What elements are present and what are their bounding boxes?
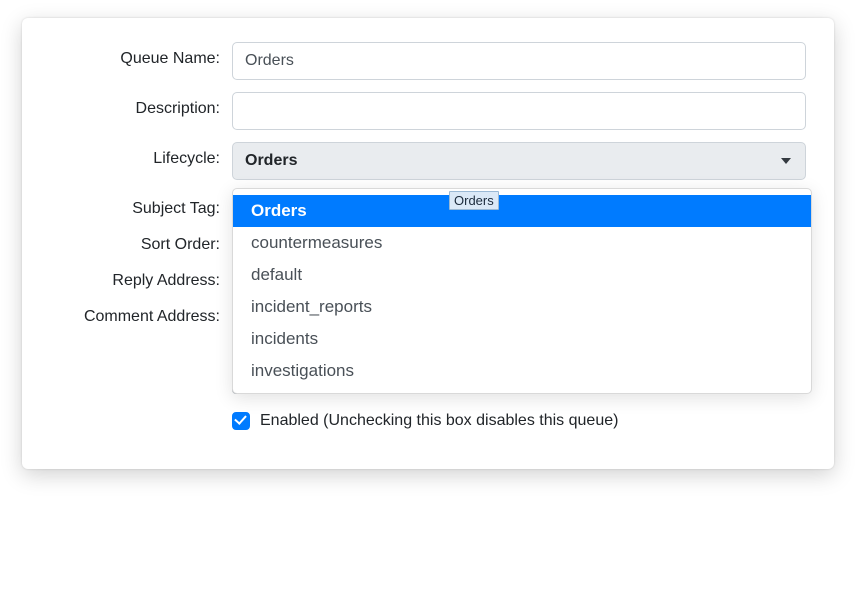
enabled-checkbox[interactable]: [232, 412, 250, 430]
enabled-label: Enabled (Unchecking this box disables th…: [260, 410, 618, 432]
queue-name-label: Queue Name:: [50, 42, 232, 68]
lifecycle-option[interactable]: Orders: [233, 195, 811, 227]
subject-tag-label: Subject Tag:: [50, 192, 232, 218]
comment-address-label: Comment Address:: [50, 300, 232, 326]
lifecycle-label: Lifecycle:: [50, 142, 232, 168]
lifecycle-option[interactable]: investigations: [233, 355, 811, 387]
queue-name-input[interactable]: [232, 42, 806, 80]
chevron-down-icon: [781, 158, 791, 164]
description-label: Description:: [50, 92, 232, 118]
lifecycle-select[interactable]: Orders: [232, 142, 806, 180]
description-input[interactable]: [232, 92, 806, 130]
lifecycle-option[interactable]: countermeasures: [233, 227, 811, 259]
lifecycle-option[interactable]: default: [233, 259, 811, 291]
lifecycle-selected-value: Orders: [245, 152, 297, 170]
lifecycle-option[interactable]: incidents: [233, 323, 811, 355]
sort-order-label: Sort Order:: [50, 228, 232, 254]
reply-address-label: Reply Address:: [50, 264, 232, 290]
lifecycle-option[interactable]: incident_reports: [233, 291, 811, 323]
queue-form-panel: Queue Name: Description: Lifecycle: Orde…: [22, 18, 834, 469]
lifecycle-dropdown[interactable]: Orders countermeasures default incident_…: [232, 188, 812, 394]
